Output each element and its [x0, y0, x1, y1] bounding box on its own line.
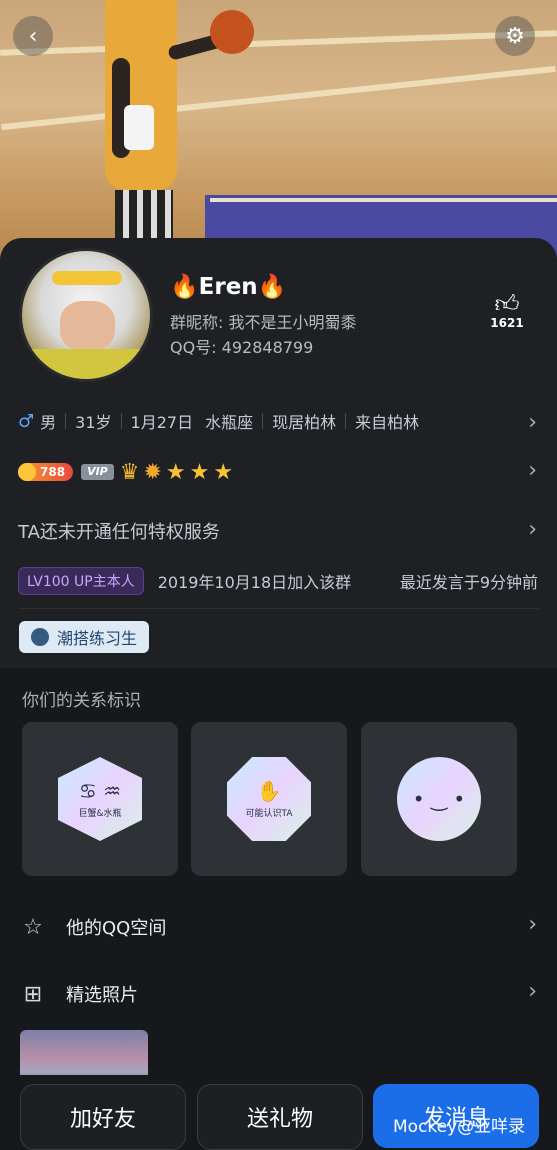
court-line: [1, 65, 556, 131]
gender-text: 男: [40, 413, 57, 432]
wrist-wrap: [124, 105, 154, 150]
separator: [120, 413, 122, 429]
profile-tag[interactable]: 潮搭练习生: [19, 621, 150, 653]
tag-icon: [31, 628, 49, 646]
group-nickname: 群昵称: 我不是王小明蜀黍: [170, 313, 357, 332]
tag-label: 潮搭练习生: [57, 629, 138, 648]
star-icon: ☆: [23, 914, 43, 940]
face: [60, 301, 115, 351]
thumbs-up-icon: 👍︎: [494, 290, 520, 318]
info-row[interactable]: ♂ 男 31岁 1月27日 水瓶座 现居柏林 来自柏林: [18, 408, 538, 434]
relation-card[interactable]: ✋ 可能认识TA: [191, 722, 347, 876]
hand-icon: ✋: [256, 778, 282, 803]
profile-name: 🔥Eren🔥: [170, 274, 287, 300]
qq-number: QQ号: 492848799: [170, 338, 314, 357]
age-text: 31岁: [75, 413, 112, 432]
star-icon: ★: [189, 459, 210, 485]
crown-icon: ♛: [119, 459, 140, 485]
level-badge: LV100 UP主本人: [18, 567, 144, 595]
back-button[interactable]: ‹: [13, 16, 53, 56]
gear-icon: ⚙: [505, 23, 525, 49]
photos-row[interactable]: ⊞ 精选照片: [0, 966, 557, 1022]
star-icon: ★: [213, 459, 234, 485]
back-arrow-icon: ‹: [28, 23, 38, 49]
settings-button[interactable]: ⚙: [495, 16, 535, 56]
coin-badge: 788: [18, 463, 74, 481]
male-icon: ♂: [18, 410, 35, 432]
zodiac-text: 水瓶座: [205, 413, 254, 432]
send-gift-button[interactable]: 送礼物: [197, 1084, 363, 1150]
watermark: Mockey@亚咩录: [393, 1117, 526, 1137]
face-icon: • ‿ •: [412, 787, 466, 811]
privilege-text: TA还未开通任何特权服务: [18, 522, 220, 543]
level-row[interactable]: 788 VIP ♛ ✹ ★ ★ ★: [18, 459, 538, 485]
separator: [345, 413, 347, 429]
separator: [65, 413, 67, 429]
qzone-row[interactable]: ☆ 他的QQ空间: [0, 899, 557, 955]
basketball: [210, 10, 254, 54]
divider: [18, 608, 539, 609]
sun-icon: ✹: [143, 459, 162, 485]
court-line: [0, 30, 557, 56]
like-count: 1621: [490, 316, 524, 330]
relation-label: 可能认识TA: [245, 808, 293, 819]
chevron-right-icon[interactable]: ›: [528, 410, 537, 435]
separator: [262, 413, 264, 429]
zodiac-icon: ♋ ♒: [78, 778, 122, 803]
chevron-right-icon[interactable]: ›: [528, 517, 537, 542]
relations-title: 你们的关系标识: [22, 691, 141, 711]
vest: [32, 349, 142, 379]
join-date: 2019年10月18日加入该群: [157, 573, 352, 592]
residence-text: 现居柏林: [272, 413, 337, 432]
relation-card[interactable]: • ‿ •: [361, 722, 517, 876]
privilege-row[interactable]: TA还未开通任何特权服务: [18, 518, 538, 544]
chevron-right-icon[interactable]: ›: [528, 979, 537, 1004]
star-icon: ★: [165, 459, 186, 485]
hometown-text: 来自柏林: [355, 413, 420, 432]
treasure-badge: • ‿ •: [397, 757, 481, 841]
player-shorts: [115, 190, 173, 240]
coin-icon: [18, 463, 36, 481]
birthday-text: 1月27日: [130, 413, 194, 432]
like-button[interactable]: 👍︎ 1621: [490, 292, 524, 330]
qzone-label: 他的QQ空间: [66, 918, 167, 939]
zodiac-badge: ♋ ♒ 巨蟹&水瓶: [58, 757, 142, 841]
coin-count: 788: [40, 465, 66, 479]
grid-icon: ⊞: [23, 981, 43, 1007]
acquaintance-badge: ✋ 可能认识TA: [227, 757, 311, 841]
chevron-right-icon[interactable]: ›: [528, 458, 537, 483]
group-info-row: LV100 UP主本人 2019年10月18日加入该群 最近发言于9分钟前: [18, 567, 538, 595]
vip-badge: VIP: [81, 464, 114, 480]
court-line: [210, 198, 557, 202]
photos-label: 精选照片: [66, 985, 138, 1006]
last-speak: 最近发言于9分钟前: [399, 573, 538, 592]
chevron-right-icon[interactable]: ›: [528, 912, 537, 937]
add-friend-button[interactable]: 加好友: [20, 1084, 186, 1150]
relation-label: 巨蟹&水瓶: [78, 808, 122, 819]
cover-photo: [0, 0, 557, 260]
avatar[interactable]: [19, 248, 153, 382]
relation-card[interactable]: ♋ ♒ 巨蟹&水瓶: [22, 722, 178, 876]
helmet-band: [52, 271, 122, 285]
